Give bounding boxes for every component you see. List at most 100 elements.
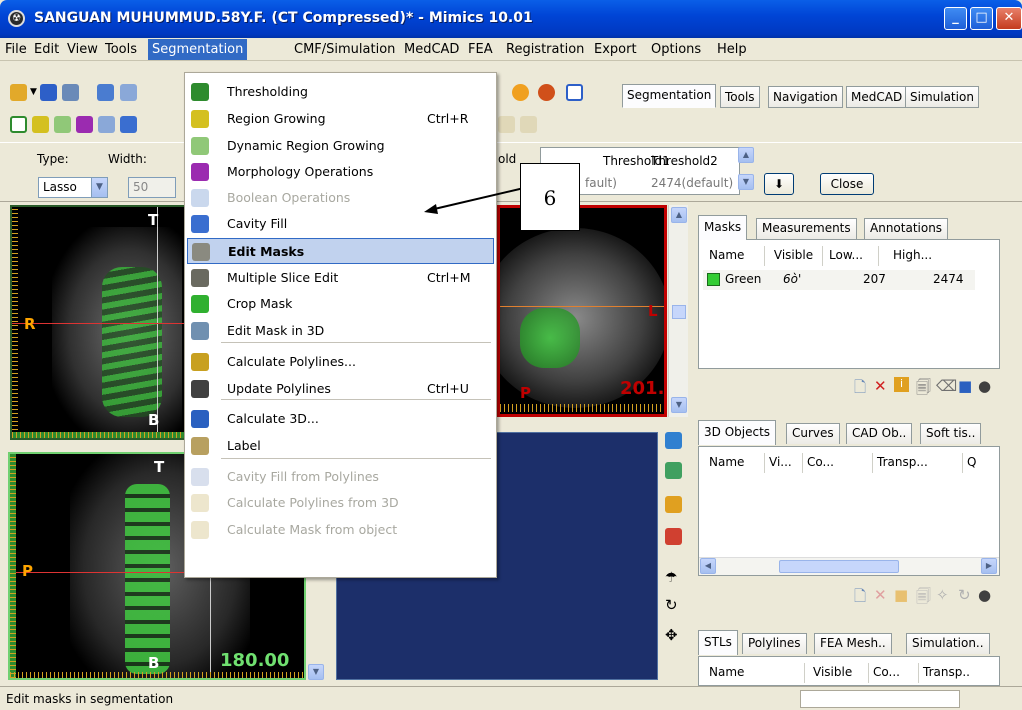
transform-icon[interactable]: ✧ <box>936 586 949 604</box>
delete-icon[interactable]: ✕ <box>874 377 887 395</box>
tab-curves[interactable]: Curves <box>786 423 840 444</box>
col-visible[interactable]: Visible <box>809 663 869 683</box>
view-iso-icon[interactable] <box>665 528 682 545</box>
horizontal-scrollbar[interactable]: ◀ ▶ <box>699 557 999 575</box>
close-window-button[interactable]: ✕ <box>996 7 1022 30</box>
boolean-icon[interactable] <box>98 116 115 133</box>
print-icon[interactable] <box>62 84 79 101</box>
menu-item-multiple-slice-edit[interactable]: Multiple Slice Edit Ctrl+M <box>187 265 494 291</box>
tab-polylines[interactable]: Polylines <box>742 633 807 654</box>
menu-help[interactable]: Help <box>717 42 747 57</box>
menu-item-region-growing[interactable]: Region Growing Ctrl+R <box>187 106 494 132</box>
menu-item-calculate-3d[interactable]: Calculate 3D... <box>187 406 494 432</box>
scroll-down-icon[interactable]: ▼ <box>308 664 324 680</box>
help-icon[interactable] <box>538 84 555 101</box>
menu-options[interactable]: Options <box>651 42 701 57</box>
menu-file[interactable]: File <box>5 42 27 57</box>
open-icon[interactable] <box>10 84 27 101</box>
tab-annotations[interactable]: Annotations <box>864 218 949 239</box>
menu-export[interactable]: Export <box>594 42 637 57</box>
properties-icon[interactable]: i <box>894 377 909 392</box>
col-color[interactable]: Co... <box>869 663 919 683</box>
pan-icon[interactable]: ✥ <box>665 626 682 644</box>
duplicate-icon[interactable]: 🗐 <box>916 377 931 402</box>
view-cube-icon[interactable] <box>665 496 682 513</box>
tab-medcad[interactable]: MedCAD <box>846 86 908 108</box>
col-name[interactable]: Name <box>705 246 765 266</box>
view-side-icon[interactable] <box>665 462 682 479</box>
tab-stls[interactable]: STLs <box>698 630 738 655</box>
properties-icon[interactable]: ■ <box>894 586 908 604</box>
menu-medcad[interactable]: MedCAD <box>404 42 459 57</box>
orbit-icon[interactable]: ↻ <box>665 596 682 614</box>
tab-simulation[interactable]: Simulation.. <box>906 633 990 654</box>
minimize-button[interactable]: _ <box>944 7 967 30</box>
type-select[interactable]: Lasso ▼ <box>38 177 108 198</box>
menu-item-thresholding[interactable]: Thresholding <box>187 79 494 105</box>
scroll-left-icon[interactable]: ◀ <box>700 558 716 574</box>
tab-simulation[interactable]: Simulation <box>905 86 979 108</box>
tab-measurements[interactable]: Measurements <box>756 218 857 239</box>
new-mask-icon[interactable]: 🗋 <box>854 377 866 402</box>
visible-glasses-icon[interactable]: 6ò' <box>783 272 801 286</box>
polylines-3d-icon[interactable] <box>498 116 515 133</box>
menu-registration[interactable]: Registration <box>506 42 584 57</box>
chevron-down-icon[interactable]: ▼ <box>91 178 107 197</box>
scroll-thumb[interactable] <box>672 305 686 319</box>
col-low[interactable]: Low... <box>825 246 879 266</box>
tab-3d-objects[interactable]: 3D Objects <box>698 420 777 445</box>
menu-item-dynamic-region-growing[interactable]: Dynamic Region Growing <box>187 133 494 159</box>
rotate-icon[interactable]: ☂ <box>665 570 682 587</box>
document-icon[interactable] <box>566 84 583 101</box>
col-transparency[interactable]: Transp... <box>873 453 963 473</box>
grid-icon[interactable] <box>97 84 114 101</box>
mask-object-icon[interactable] <box>520 116 537 133</box>
new-object-icon[interactable]: 🗋 <box>854 586 866 611</box>
mask-row[interactable]: Green 6ò' 207 2474 <box>703 270 975 290</box>
tab-segmentation[interactable]: Segmentation <box>622 84 717 108</box>
rotate-icon[interactable]: ↻ <box>958 586 971 604</box>
col-name[interactable]: Name <box>705 663 805 683</box>
col-name[interactable]: Name <box>705 453 765 473</box>
menu-cmf-simulation[interactable]: CMF/Simulation <box>294 42 395 57</box>
menu-item-edit-masks[interactable]: Edit Masks <box>187 238 494 264</box>
tab-tools[interactable]: Tools <box>720 86 760 108</box>
axial-scrollbar[interactable]: ▲ ▼ <box>668 205 688 417</box>
menu-item-edit-mask-in-3d[interactable]: Edit Mask in 3D <box>187 318 494 344</box>
tab-soft-tissue[interactable]: Soft tis.. <box>920 423 982 444</box>
tab-cad-objects[interactable]: CAD Ob.. <box>846 423 913 444</box>
col-quality[interactable]: Q <box>963 453 993 473</box>
info-icon[interactable] <box>512 84 529 101</box>
calculate-3d-icon[interactable]: ■ <box>958 377 972 395</box>
dynamic-region-icon[interactable] <box>54 116 71 133</box>
menu-fea[interactable]: FEA <box>468 42 493 57</box>
erase-icon[interactable]: ⌫ <box>936 377 957 395</box>
view-front-icon[interactable] <box>665 432 682 449</box>
col-visible[interactable]: Visible <box>765 246 823 266</box>
apply-threshold-button[interactable]: ⬇ <box>764 173 794 195</box>
axial-view[interactable]: A L P 201.0 <box>497 205 667 417</box>
width-input[interactable]: 50 <box>128 177 176 198</box>
region-growing-icon[interactable] <box>32 116 49 133</box>
col-high[interactable]: High... <box>879 246 971 266</box>
scroll-up-icon[interactable]: ▲ <box>671 207 687 223</box>
col-color[interactable]: Co... <box>803 453 873 473</box>
thresholding-icon[interactable] <box>10 116 27 133</box>
scroll-right-icon[interactable]: ▶ <box>981 558 997 574</box>
menu-edit[interactable]: Edit <box>34 42 59 57</box>
tab-fea-mesh[interactable]: FEA Mesh.. <box>814 633 892 654</box>
menu-item-crop-mask[interactable]: Crop Mask <box>187 291 494 317</box>
tab-navigation[interactable]: Navigation <box>768 86 843 108</box>
menu-item-calculate-polylines[interactable]: Calculate Polylines... <box>187 349 494 375</box>
col-visible[interactable]: Vi... <box>765 453 803 473</box>
maximize-button[interactable]: □ <box>970 7 993 30</box>
menu-tools[interactable]: Tools <box>105 42 137 57</box>
scroll-down-icon[interactable]: ▼ <box>738 174 754 190</box>
scroll-thumb[interactable] <box>779 560 899 573</box>
save-icon[interactable] <box>40 84 57 101</box>
list-icon[interactable] <box>120 84 137 101</box>
col-transparency[interactable]: Transp.. <box>919 663 989 683</box>
morphology-icon[interactable] <box>76 116 93 133</box>
more-options-icon[interactable]: ● <box>978 377 991 395</box>
duplicate-icon[interactable]: 🗐 <box>916 586 931 611</box>
